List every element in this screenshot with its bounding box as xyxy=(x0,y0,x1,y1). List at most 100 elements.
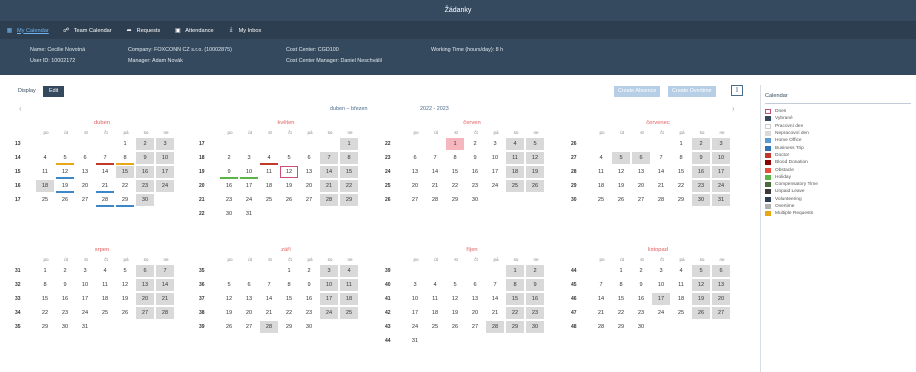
day-cell[interactable]: 1 xyxy=(280,265,298,277)
tab-attendance[interactable]: ▣ Attendance xyxy=(174,22,214,39)
day-cell[interactable]: 20 xyxy=(136,293,154,305)
day-cell[interactable]: 30 xyxy=(526,321,544,333)
day-cell[interactable]: 20 xyxy=(466,307,484,319)
day-cell[interactable]: 17 xyxy=(406,307,424,319)
edit-button[interactable]: Edit xyxy=(43,86,65,97)
day-cell[interactable]: 29 xyxy=(446,194,464,206)
day-cell[interactable]: 11 xyxy=(426,293,444,305)
day-cell[interactable]: 14 xyxy=(426,166,444,178)
day-cell[interactable]: 25 xyxy=(340,307,358,319)
day-cell[interactable]: 27 xyxy=(466,321,484,333)
day-cell[interactable]: 15 xyxy=(36,293,54,305)
day-cell[interactable]: 19 xyxy=(446,307,464,319)
day-cell[interactable]: 26 xyxy=(526,180,544,192)
day-cell[interactable]: 2 xyxy=(300,265,318,277)
day-cell[interactable]: 2 xyxy=(56,265,74,277)
day-cell[interactable]: 1 xyxy=(672,138,690,150)
create-overtime-button[interactable]: Create Overtime xyxy=(668,86,716,97)
day-cell[interactable]: 7 xyxy=(486,279,504,291)
day-cell[interactable]: 15 xyxy=(506,293,524,305)
day-cell[interactable]: 13 xyxy=(632,166,650,178)
day-cell[interactable]: 28 xyxy=(592,321,610,333)
day-cell[interactable]: 17 xyxy=(240,180,258,192)
day-cell[interactable]: 7 xyxy=(426,152,444,164)
day-cell[interactable]: 19 xyxy=(526,166,544,178)
day-cell[interactable]: 6 xyxy=(406,152,424,164)
day-cell[interactable]: 17 xyxy=(712,166,730,178)
day-cell[interactable]: 18 xyxy=(672,293,690,305)
day-cell[interactable]: 18 xyxy=(592,180,610,192)
day-cell[interactable]: 8 xyxy=(340,152,358,164)
day-cell[interactable]: 21 xyxy=(426,180,444,192)
day-cell[interactable]: 7 xyxy=(260,279,278,291)
day-cell[interactable]: 21 xyxy=(320,180,338,192)
day-cell[interactable]: 23 xyxy=(56,307,74,319)
day-cell[interactable]: 25 xyxy=(506,180,524,192)
day-cell[interactable]: 18 xyxy=(260,180,278,192)
day-cell[interactable]: 12 xyxy=(220,293,238,305)
day-cell[interactable]: 22 xyxy=(446,180,464,192)
day-cell[interactable]: 17 xyxy=(156,166,174,178)
day-cell[interactable]: 24 xyxy=(320,307,338,319)
day-cell[interactable]: 8 xyxy=(506,279,524,291)
day-cell[interactable]: 9 xyxy=(300,279,318,291)
day-cell[interactable]: 4 xyxy=(426,279,444,291)
day-cell[interactable]: 30 xyxy=(56,321,74,333)
day-cell[interactable]: 21 xyxy=(96,180,114,193)
day-cell[interactable]: 25 xyxy=(426,321,444,333)
day-cell[interactable]: 25 xyxy=(672,307,690,319)
day-cell[interactable]: 19 xyxy=(612,180,630,192)
day-cell[interactable]: 28 xyxy=(156,307,174,319)
day-cell[interactable]: 2 xyxy=(692,138,710,150)
day-cell[interactable]: 18 xyxy=(96,293,114,305)
day-cell[interactable]: 10 xyxy=(156,152,174,164)
day-cell[interactable]: 16 xyxy=(692,166,710,178)
prev-period-icon[interactable]: ‹ xyxy=(19,104,22,113)
day-cell[interactable]: 1 xyxy=(446,138,464,150)
tab-my-calendar[interactable]: ▦ My Calendar xyxy=(6,22,49,39)
day-cell[interactable]: 22 xyxy=(672,180,690,192)
day-cell[interactable]: 30 xyxy=(692,194,710,206)
day-cell[interactable]: 3 xyxy=(652,265,670,277)
day-cell[interactable]: 11 xyxy=(340,279,358,291)
day-cell[interactable]: 11 xyxy=(36,166,54,178)
day-cell[interactable]: 17 xyxy=(76,293,94,305)
day-cell[interactable]: 8 xyxy=(116,152,134,165)
day-cell[interactable]: 21 xyxy=(652,180,670,192)
day-cell[interactable]: 15 xyxy=(340,166,358,178)
day-cell[interactable]: 27 xyxy=(240,321,258,333)
day-cell[interactable]: 11 xyxy=(506,152,524,164)
day-cell[interactable]: 18 xyxy=(426,307,444,319)
day-cell[interactable]: 5 xyxy=(280,152,298,164)
day-cell[interactable]: 10 xyxy=(486,152,504,164)
day-cell[interactable]: 30 xyxy=(136,194,154,206)
day-cell[interactable]: 12 xyxy=(280,166,298,178)
day-cell[interactable]: 2 xyxy=(136,138,154,150)
day-cell[interactable]: 22 xyxy=(506,307,524,319)
day-cell[interactable]: 26 xyxy=(692,307,710,319)
day-cell[interactable]: 14 xyxy=(96,166,114,178)
day-cell[interactable]: 23 xyxy=(300,307,318,319)
day-cell[interactable]: 20 xyxy=(712,293,730,305)
day-cell[interactable]: 5 xyxy=(220,279,238,291)
day-cell[interactable]: 11 xyxy=(96,279,114,291)
day-cell[interactable]: 13 xyxy=(466,293,484,305)
day-cell[interactable]: 21 xyxy=(260,307,278,319)
day-cell[interactable]: 27 xyxy=(712,307,730,319)
day-cell[interactable]: 19 xyxy=(56,180,74,193)
day-cell[interactable]: 13 xyxy=(300,166,318,178)
day-cell[interactable]: 8 xyxy=(36,279,54,291)
day-cell[interactable]: 2 xyxy=(220,152,238,164)
day-cell[interactable]: 23 xyxy=(466,180,484,192)
day-cell[interactable]: 31 xyxy=(240,208,258,220)
day-cell[interactable]: 28 xyxy=(96,194,114,207)
day-cell[interactable]: 3 xyxy=(406,279,424,291)
day-cell[interactable]: 20 xyxy=(76,180,94,192)
day-cell[interactable]: 4 xyxy=(260,152,278,165)
day-cell[interactable]: 13 xyxy=(76,166,94,178)
day-cell[interactable]: 14 xyxy=(156,279,174,291)
day-cell[interactable]: 8 xyxy=(672,152,690,164)
day-cell[interactable]: 15 xyxy=(672,166,690,178)
day-cell[interactable]: 23 xyxy=(220,194,238,206)
day-cell[interactable]: 18 xyxy=(36,180,54,192)
